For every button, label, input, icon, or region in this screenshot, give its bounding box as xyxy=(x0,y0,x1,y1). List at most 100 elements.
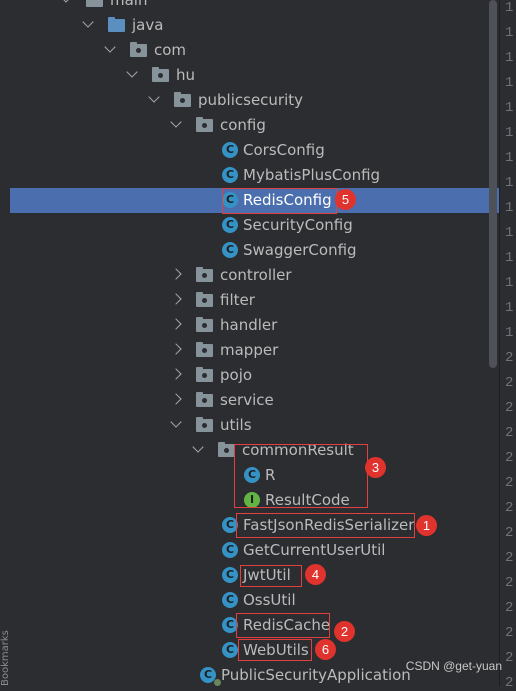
annotation-box-jwtutil xyxy=(240,565,302,587)
chevron-right-icon[interactable] xyxy=(170,293,182,305)
tree-row-label: PublicSecurityApplication xyxy=(221,666,411,684)
package-icon xyxy=(196,342,213,357)
line-number: 2 xyxy=(505,400,514,416)
annotation-badge: 1 xyxy=(416,515,437,536)
tree-row-mapper[interactable]: mapper xyxy=(0,338,500,363)
tree-row-label: mapper xyxy=(220,341,279,359)
chevron-right-icon[interactable] xyxy=(170,268,182,280)
line-number: 1 xyxy=(505,150,514,166)
tree-row-label: SecurityConfig xyxy=(243,216,353,234)
package-icon xyxy=(196,292,213,307)
tree-row-corsconfig[interactable]: C CorsConfig xyxy=(0,138,500,163)
tree-row-label: config xyxy=(220,116,266,134)
chevron-down-icon[interactable] xyxy=(104,41,116,53)
tree-row-ossutil[interactable]: C OssUtil xyxy=(0,588,500,613)
class-icon: C xyxy=(200,667,221,686)
annotation-badge: 5 xyxy=(335,189,356,210)
tree-row-label: hu xyxy=(176,66,196,84)
tree-row-getcurrentuserutil[interactable]: C GetCurrentUserUtil xyxy=(0,538,500,563)
chevron-down-icon[interactable] xyxy=(60,0,72,3)
class-icon: C xyxy=(222,142,238,158)
tree-row-main[interactable]: main xyxy=(0,0,500,13)
folder-icon xyxy=(108,17,125,32)
tree-row-swaggerconfig[interactable]: C SwaggerConfig xyxy=(0,238,500,263)
line-number-gutter: 1 1 1 1 1 1 1 1 1 1 1 1 1 1 2 2 2 2 2 2 2 2 2 2 2 2 2 2 xyxy=(499,0,516,691)
package-icon xyxy=(218,442,235,457)
package-icon xyxy=(196,392,213,407)
line-number: 1 xyxy=(505,225,514,241)
line-number: 1 xyxy=(505,25,514,41)
line-number: 1 xyxy=(505,50,514,66)
tree-row-java[interactable]: java xyxy=(0,13,500,38)
tree-row-label: SwaggerConfig xyxy=(243,241,357,259)
tree-row-label: CorsConfig xyxy=(243,141,325,159)
tree-row-filter[interactable]: filter xyxy=(0,288,500,313)
chevron-right-icon[interactable] xyxy=(170,318,182,330)
chevron-down-icon[interactable] xyxy=(148,91,160,103)
tree-row-controller[interactable]: controller xyxy=(0,263,500,288)
line-number: 1 xyxy=(505,275,514,291)
line-number: 2 xyxy=(505,525,514,541)
package-icon xyxy=(196,367,213,382)
chevron-down-icon[interactable] xyxy=(170,416,182,428)
watermark: CSDN @get-yuan xyxy=(405,659,502,673)
line-number: 1 xyxy=(505,250,514,266)
package-icon xyxy=(196,417,213,432)
tree-row-securityconfig[interactable]: C SecurityConfig xyxy=(0,213,500,238)
line-number: 2 xyxy=(505,675,514,691)
annotation-box-commonresult xyxy=(234,444,368,508)
tree-row-label: com xyxy=(154,41,187,59)
tree-row-service[interactable]: service xyxy=(0,388,500,413)
tree-row-config[interactable]: config xyxy=(0,113,500,138)
tree-row-hu[interactable]: hu xyxy=(0,63,500,88)
line-number: 2 xyxy=(505,575,514,591)
class-icon: C xyxy=(222,542,238,558)
line-number: 1 xyxy=(505,125,514,141)
chevron-down-icon[interactable] xyxy=(192,441,204,453)
class-icon: C xyxy=(222,592,238,608)
chevron-right-icon[interactable] xyxy=(170,393,182,405)
tree-row-mybatisplusconfig[interactable]: C MybatisPlusConfig xyxy=(0,163,500,188)
tree-row-label: utils xyxy=(220,416,252,434)
class-icon: C xyxy=(222,167,238,183)
tree-row-utils[interactable]: utils xyxy=(0,413,500,438)
tree-scrollbar[interactable] xyxy=(489,0,497,368)
tree-row-com[interactable]: com xyxy=(0,38,500,63)
package-icon xyxy=(196,267,213,282)
annotation-badge: 3 xyxy=(365,457,386,478)
line-number: 1 xyxy=(505,175,514,191)
tree-row-label: filter xyxy=(220,291,255,309)
package-icon xyxy=(196,317,213,332)
tree-row-handler[interactable]: handler xyxy=(0,313,500,338)
class-icon: C xyxy=(222,567,238,583)
line-number: 1 xyxy=(505,325,514,341)
class-icon: C xyxy=(222,642,238,658)
chevron-down-icon[interactable] xyxy=(170,116,182,128)
tree-row-publicsecurity[interactable]: publicsecurity xyxy=(0,88,500,113)
chevron-right-icon[interactable] xyxy=(170,343,182,355)
line-number: 1 xyxy=(505,0,514,16)
line-number: 1 xyxy=(505,200,514,216)
annotation-badge: 6 xyxy=(315,639,336,660)
line-number: 1 xyxy=(505,100,514,116)
tree-row-label: main xyxy=(110,0,148,9)
tree-row-pojo[interactable]: pojo xyxy=(0,363,500,388)
line-number: 2 xyxy=(505,600,514,616)
chevron-right-icon[interactable] xyxy=(170,368,182,380)
tree-row-label: controller xyxy=(220,266,292,284)
line-number: 2 xyxy=(505,475,514,491)
folder-icon xyxy=(86,0,103,7)
chevron-down-icon[interactable] xyxy=(126,66,138,78)
line-number: 1 xyxy=(505,300,514,316)
tree-row-label: GetCurrentUserUtil xyxy=(243,541,386,559)
bookmarks-side-tab[interactable]: Bookmarks xyxy=(0,500,11,686)
package-icon xyxy=(152,67,169,82)
chevron-down-icon[interactable] xyxy=(82,16,94,28)
annotation-box-fastjsonredisserializer xyxy=(236,513,415,538)
line-number: 2 xyxy=(505,450,514,466)
tree-row-label: OssUtil xyxy=(243,591,296,609)
annotation-badge: 2 xyxy=(334,621,355,642)
line-number: 2 xyxy=(505,550,514,566)
line-number: 2 xyxy=(505,425,514,441)
annotation-box-redisconfig xyxy=(222,188,337,214)
